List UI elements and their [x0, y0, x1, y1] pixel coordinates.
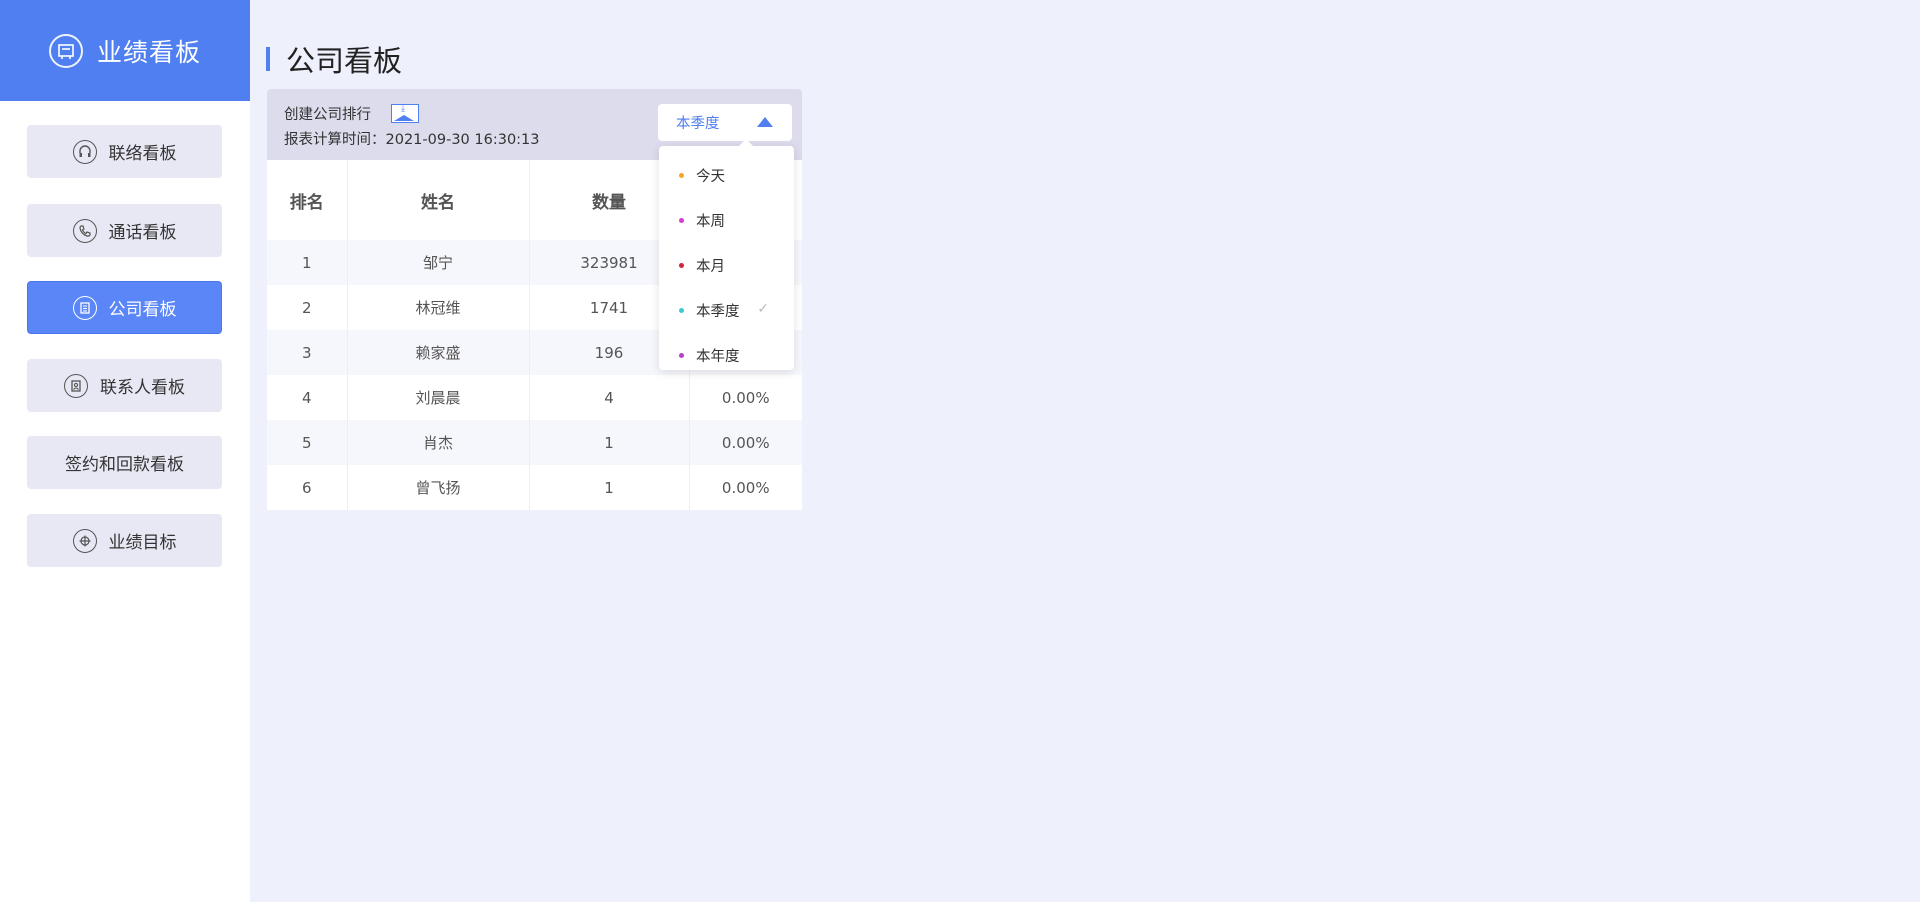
sidebar-item-label: 签约和回款看板	[65, 455, 184, 475]
table-cell: 1	[529, 420, 690, 465]
target-icon	[72, 528, 97, 553]
table-cell: 肖杰	[347, 420, 530, 465]
table-cell: 0.00%	[721, 388, 770, 407]
page-title-wrap: 公司看板	[266, 38, 402, 80]
contact-icon	[64, 373, 88, 398]
table-cell: 0.00%	[721, 478, 770, 497]
table-cell: 曾飞扬	[347, 465, 530, 510]
sidebar-item-label: 联络看板	[108, 144, 177, 164]
sidebar-item-contacts-board[interactable]: 联系人看板	[27, 359, 222, 412]
period-dropdown-menu: 今天 本周 本月 本季度 ✓ 本年度	[659, 139, 794, 370]
status-dot	[679, 173, 684, 178]
dropdown-item-today[interactable]: 今天	[659, 153, 794, 198]
status-dot	[679, 353, 684, 358]
phone-icon	[72, 218, 97, 243]
chart-icon	[48, 33, 83, 68]
table-cell: 林冠维	[347, 285, 530, 330]
table-row: 5 肖杰 1 0.00%	[267, 420, 802, 465]
status-dot	[679, 218, 684, 223]
sidebar-item-performance-target[interactable]: 业绩目标	[27, 514, 222, 567]
table-cell: 5	[267, 420, 348, 465]
status-dot	[679, 308, 684, 313]
table-cell: 4	[529, 375, 690, 420]
report-time-value: 2021-09-30 16:30:13	[385, 132, 540, 148]
dropdown-item-this-year[interactable]: 本年度	[659, 333, 794, 378]
dropdown-item-this-quarter[interactable]: 本季度 ✓	[659, 288, 794, 333]
sidebar-item-company-board[interactable]: 公司看板	[27, 281, 222, 334]
dropdown-item-label: 今天	[696, 169, 725, 185]
period-select[interactable]: 本季度	[658, 104, 792, 141]
table-cell: 6	[267, 465, 348, 510]
column-header: 排名	[267, 160, 348, 240]
sidebar-item-label: 通话看板	[108, 223, 177, 243]
building-icon	[72, 295, 97, 320]
status-dot	[679, 263, 684, 268]
table-cell: 刘晨晨	[347, 375, 530, 420]
sidebar-header: 业绩看板	[0, 0, 250, 101]
table-cell: 0.00%	[689, 420, 802, 465]
table-row: 4 刘晨晨 4 0.00%	[267, 375, 802, 420]
headset-icon	[72, 139, 97, 164]
table-row: 6 曾飞扬 1 0.00%	[267, 465, 802, 510]
dropdown-item-label: 本月	[696, 259, 725, 275]
caret-up-icon	[757, 117, 773, 127]
sidebar: 业绩看板 联络看板 通话看板 公司看板 联系人看板 签约和回款看板 业绩目标	[0, 0, 250, 902]
dropdown-item-label: 本周	[696, 214, 725, 230]
sidebar-item-call-board[interactable]: 通话看板	[27, 204, 222, 257]
sidebar-item-label: 联系人看板	[100, 378, 185, 398]
sidebar-item-label: 业绩目标	[108, 533, 177, 553]
title-accent-bar	[266, 47, 270, 71]
sidebar-item-signing-board[interactable]: 签约和回款看板	[27, 436, 222, 489]
dropdown-item-this-month[interactable]: 本月	[659, 243, 794, 288]
dropdown-item-label: 本年度	[696, 349, 740, 365]
dropdown-item-label: 本季度	[696, 304, 740, 320]
sidebar-item-label: 公司看板	[108, 300, 177, 320]
table-cell: 1	[529, 465, 690, 510]
table-cell: 赖家盛	[347, 330, 530, 375]
table-cell: 邹宁	[347, 240, 530, 285]
period-select-value: 本季度	[676, 116, 720, 132]
sidebar-item-contact-board[interactable]: 联络看板	[27, 125, 222, 178]
sidebar-title: 业绩看板	[96, 37, 201, 67]
report-time-label: 报表计算时间：	[284, 132, 386, 148]
table-cell: 4	[267, 375, 348, 420]
table-cell: 2	[267, 285, 348, 330]
check-icon: ✓	[757, 301, 769, 317]
page-title: 公司看板	[286, 44, 403, 78]
table-cell: 3	[267, 330, 348, 375]
column-header: 姓名	[347, 160, 530, 240]
table-cell: 1	[267, 240, 348, 285]
image-download-icon[interactable]: ⤓	[391, 103, 419, 123]
dropdown-item-this-week[interactable]: 本周	[659, 198, 794, 243]
panel-label: 创建公司排行	[284, 106, 371, 123]
